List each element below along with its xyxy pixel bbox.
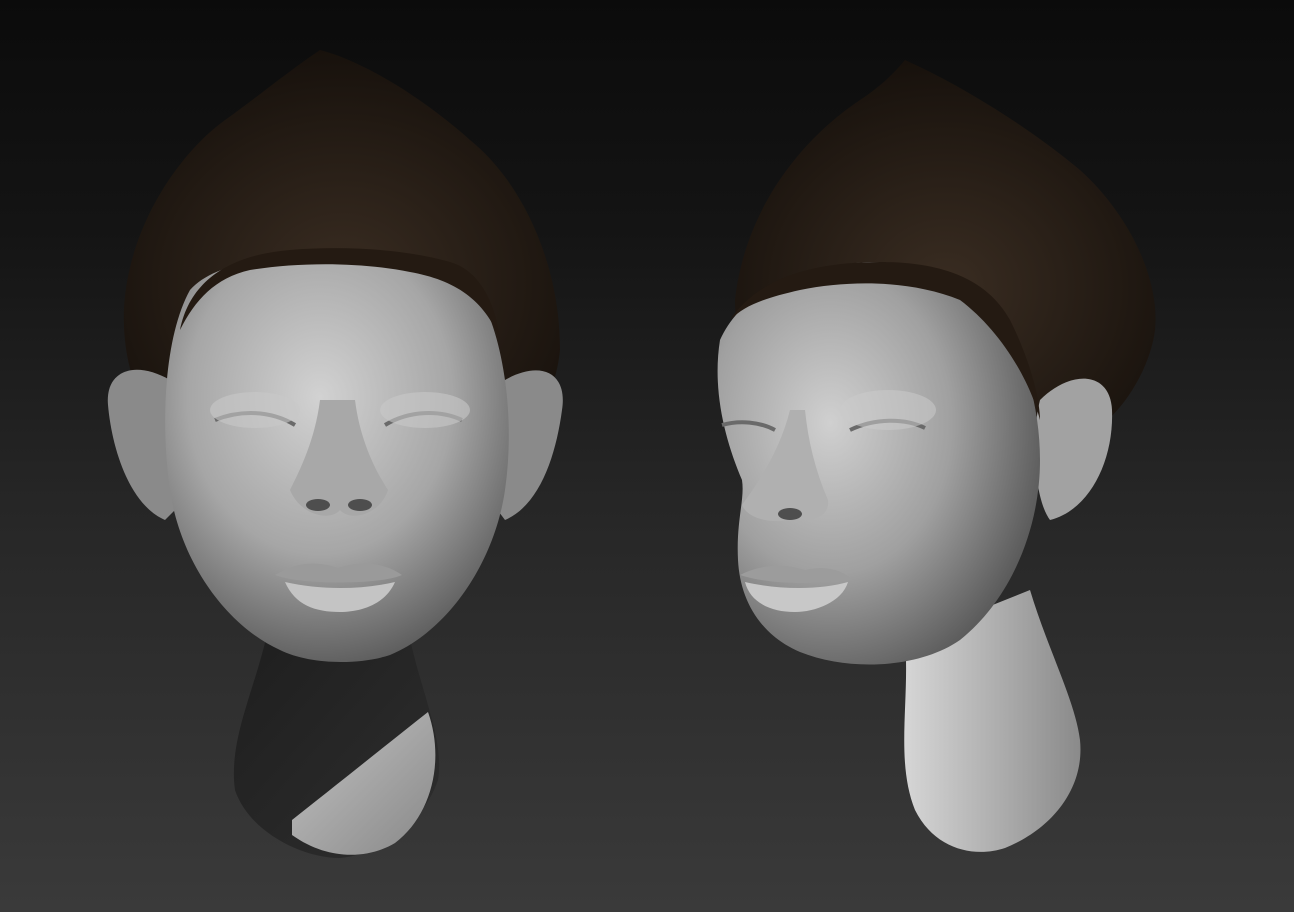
ear: [1034, 378, 1113, 520]
right-eyelid: [380, 392, 470, 428]
left-eyelid: [210, 392, 300, 428]
nostril: [778, 508, 802, 520]
left-nostril: [306, 499, 330, 511]
viewport-canvas: [107, 50, 1156, 858]
right-eyelid: [840, 390, 936, 430]
head-three-quarter-view[interactable]: [717, 60, 1156, 852]
head-front-view[interactable]: [107, 50, 563, 858]
sculpt-viewport[interactable]: [0, 0, 1294, 912]
right-nostril: [348, 499, 372, 511]
